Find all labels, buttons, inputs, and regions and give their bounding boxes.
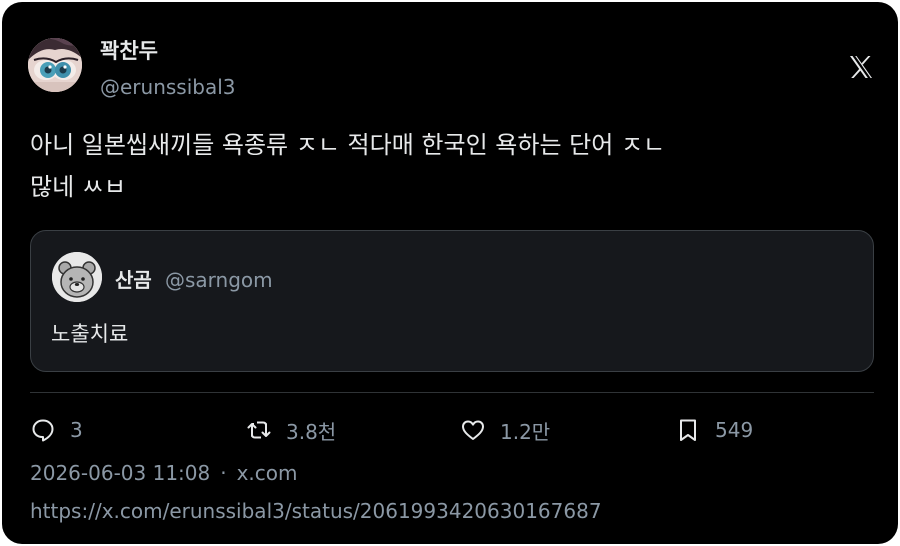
tweet-text: 아니 일본씹새끼들 욕종류 ㅈㄴ 적다매 한국인 욕하는 단어 ㅈㄴ 많네 ㅆㅂ (30, 131, 666, 201)
timestamp[interactable]: 2026-06-03 11:08 (30, 461, 210, 485)
bear-avatar-image (52, 252, 102, 302)
author-handle[interactable]: @erunssibal3 (100, 74, 236, 100)
divider (30, 392, 874, 393)
tweet-meta: 2026-06-03 11:08 · x.com (30, 460, 298, 486)
meta-separator: · (220, 461, 227, 485)
bookmark-icon (680, 419, 696, 441)
tweet-url[interactable]: https://x.com/erunssibal3/status/2061993… (30, 498, 602, 524)
bookmark-count: 549 (715, 418, 754, 442)
author-avatar[interactable] (28, 38, 82, 92)
like-button[interactable]: 1.2만 (460, 414, 550, 446)
quoted-author-handle[interactable]: @sarngom (165, 268, 273, 292)
quoted-author-avatar[interactable] (52, 252, 102, 302)
retweet-count: 3.8천 (286, 419, 337, 444)
retweet-arrows-icon (247, 421, 271, 439)
author-name[interactable]: 꽉찬두 (100, 38, 158, 64)
quoted-tweet[interactable]: 산곰 @sarngom 노출치료 (30, 230, 874, 372)
reply-count: 3 (70, 418, 83, 442)
anime-avatar-image (28, 38, 82, 92)
heart-icon (462, 420, 484, 440)
tweet-card: 꽉찬두 @erunssibal3 아니 일본씹새끼들 욕종류 ㅈㄴ 적다매 한국… (2, 2, 898, 544)
bookmark-button[interactable]: 549 (675, 414, 753, 446)
like-count: 1.2만 (500, 419, 551, 444)
x-logo-icon[interactable] (848, 54, 874, 80)
source-link[interactable]: x.com (237, 461, 298, 485)
speech-bubble-icon (32, 419, 54, 442)
reply-button[interactable]: 3 (30, 414, 83, 446)
retweet-button[interactable]: 3.8천 (246, 414, 336, 446)
quoted-author-name[interactable]: 산곰 (115, 268, 152, 292)
quoted-tweet-text: 노출치료 (51, 322, 129, 346)
